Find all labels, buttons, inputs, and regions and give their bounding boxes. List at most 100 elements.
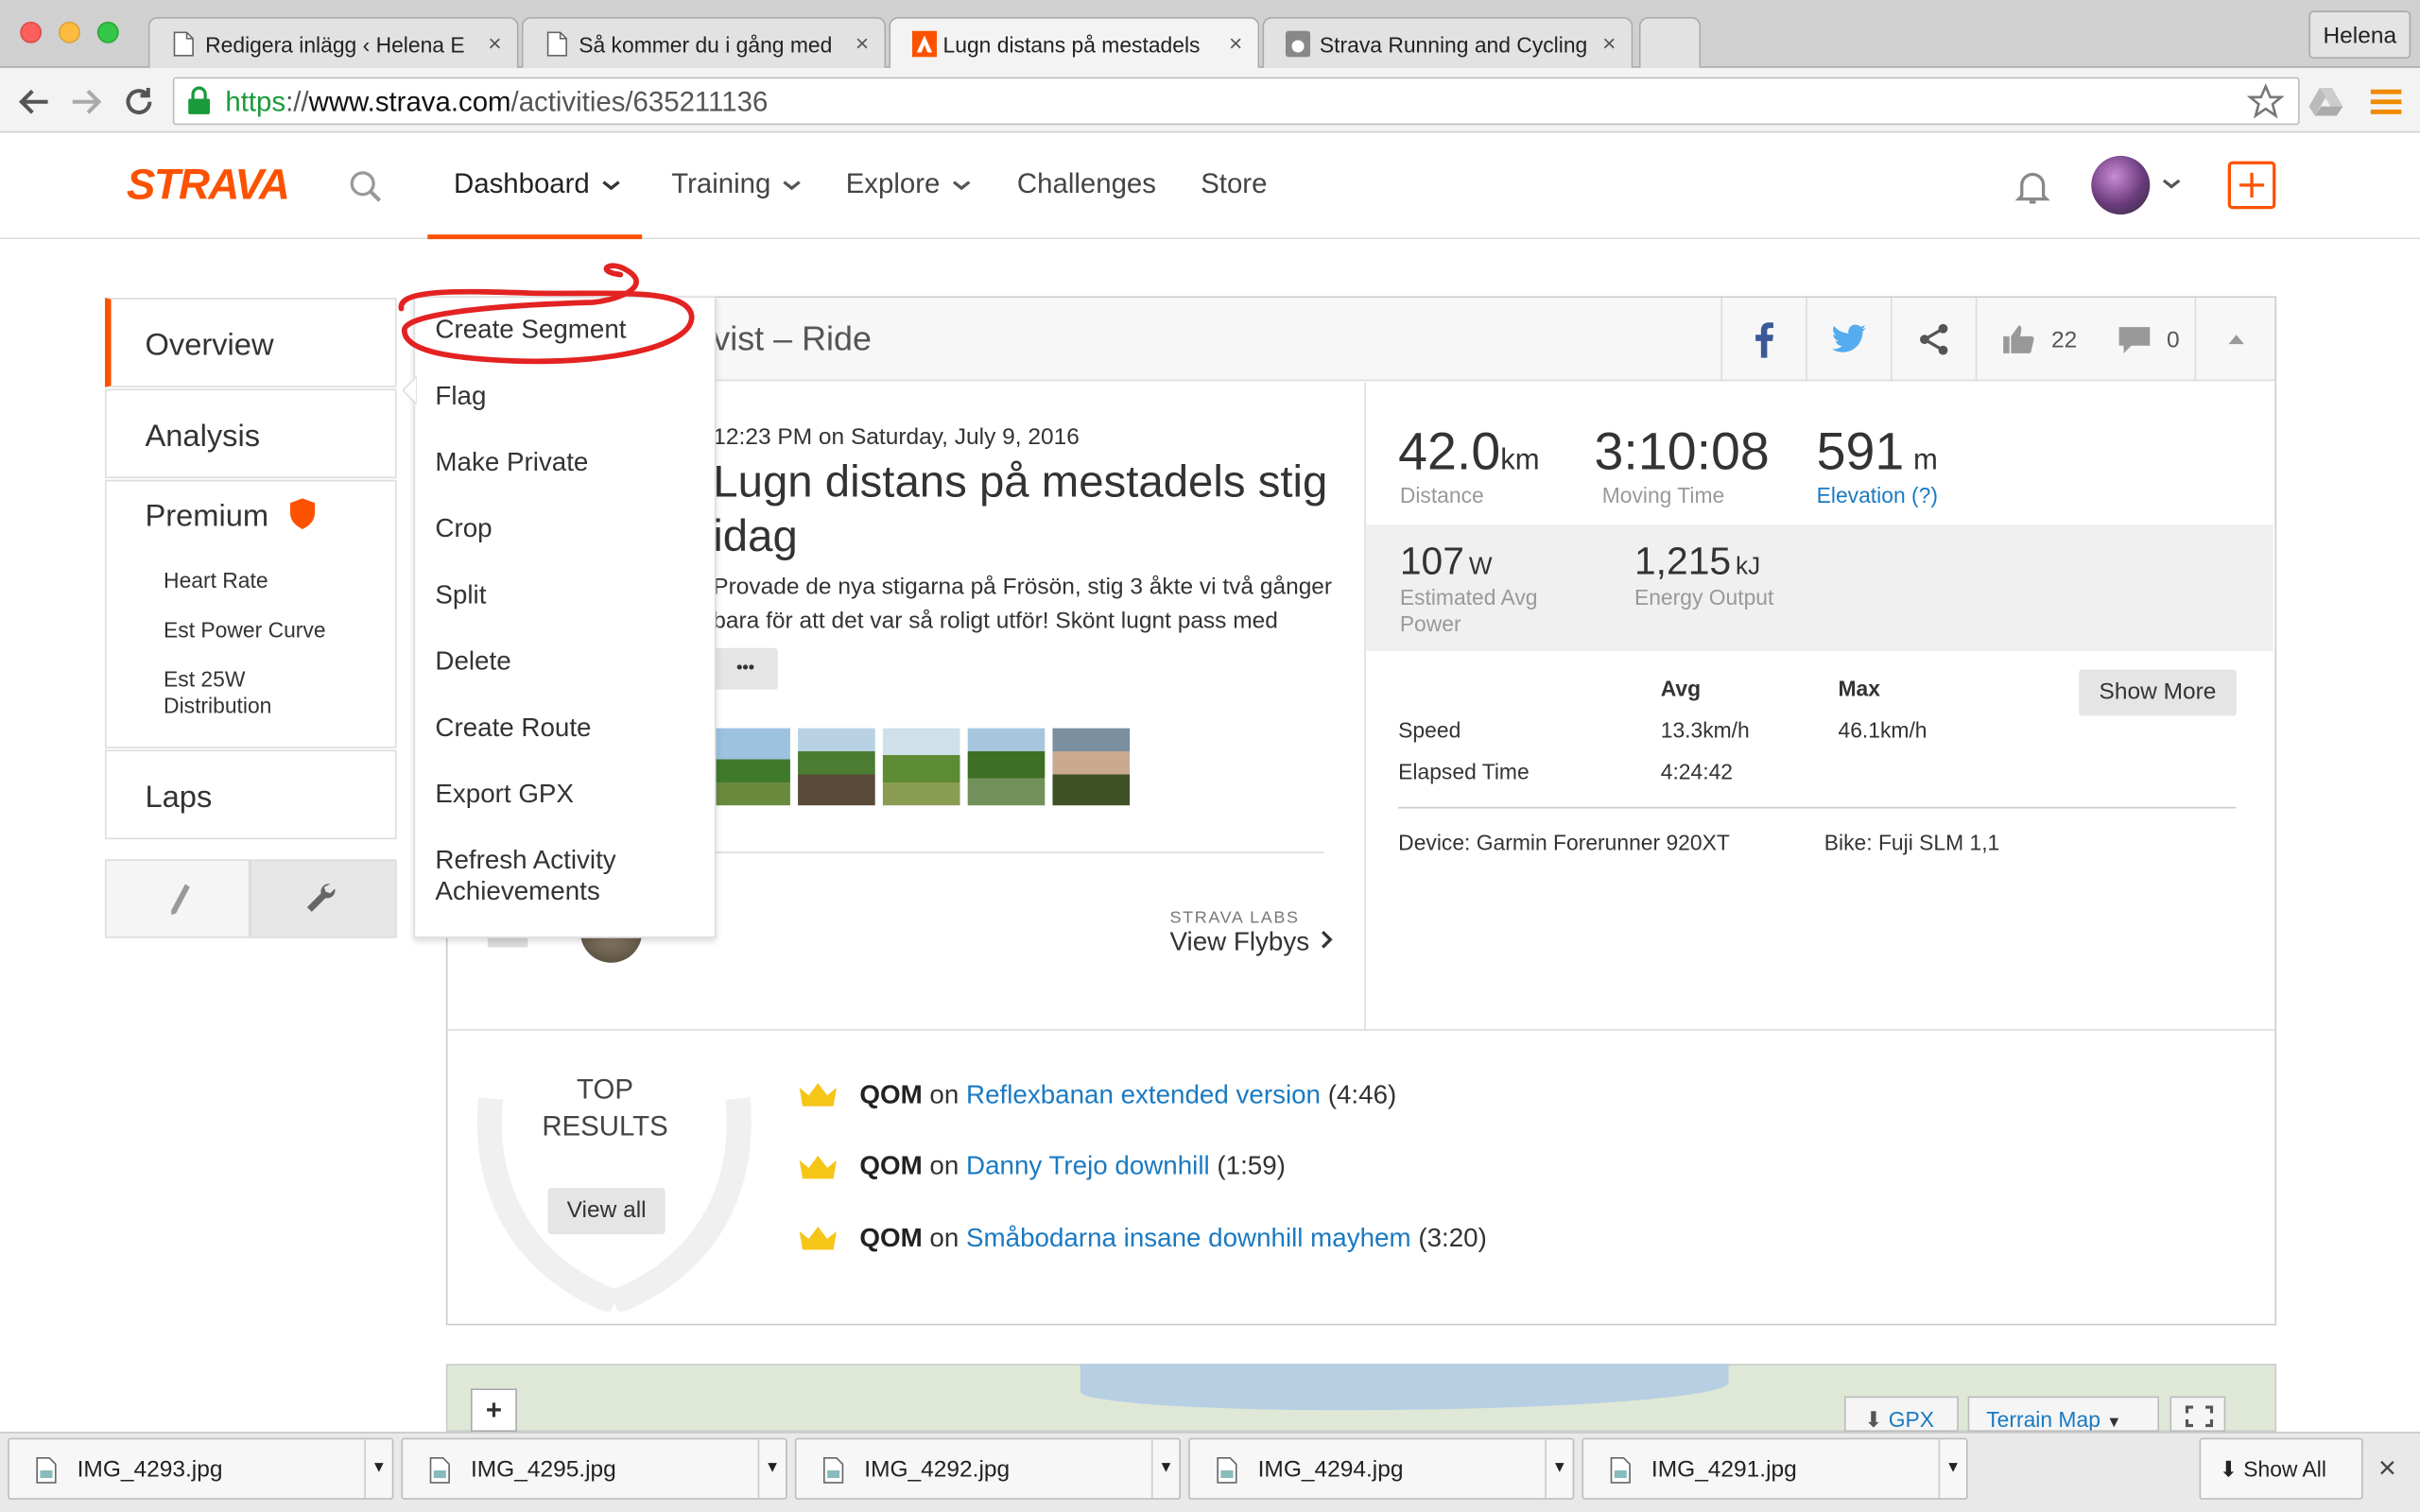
- sidebar-item-laps[interactable]: Laps: [105, 749, 397, 840]
- close-tab-icon[interactable]: ×: [1229, 31, 1242, 58]
- menu-item-flag[interactable]: Flag: [435, 381, 486, 412]
- nav-training[interactable]: Training: [671, 168, 804, 200]
- download-item[interactable]: IMG_4295.jpg ▼: [401, 1437, 787, 1500]
- segment-link[interactable]: Småbodarna insane downhill mayhem: [966, 1224, 1411, 1253]
- photo-thumbnail[interactable]: [882, 728, 960, 806]
- strava-labs-label: STRAVA LABS: [1169, 908, 1300, 928]
- chevron-down-icon[interactable]: [2159, 176, 2184, 191]
- map-zoom-in-button[interactable]: +: [470, 1388, 517, 1433]
- share-twitter-button[interactable]: [1806, 298, 1891, 382]
- upload-add-icon[interactable]: [2227, 161, 2276, 210]
- menu-item-refresh-achievements[interactable]: Refresh Activity Achievements: [435, 846, 666, 907]
- menu-item-crop[interactable]: Crop: [435, 514, 492, 545]
- map-fullscreen-button[interactable]: [2169, 1396, 2226, 1433]
- stat-power-label: Estimated Avg Power: [1399, 584, 1538, 636]
- download-filename: IMG_4291.jpg: [1651, 1456, 1797, 1483]
- premium-shield-icon: [289, 498, 316, 529]
- wrench-icon: [306, 884, 336, 912]
- strava-logo[interactable]: STRAVA: [127, 161, 290, 210]
- browser-tab-1[interactable]: Redigera inlägg ‹ Helena E ×: [147, 16, 519, 68]
- show-more-button[interactable]: Show More: [2079, 669, 2237, 716]
- map-type-select[interactable]: Terrain Map ▼: [1967, 1396, 2160, 1433]
- secure-lock-icon[interactable]: [187, 86, 212, 115]
- caret-down-icon[interactable]: ▼: [1150, 1439, 1179, 1499]
- photo-thumbnail[interactable]: [967, 728, 1046, 806]
- menu-item-delete[interactable]: Delete: [435, 646, 510, 678]
- caret-down-icon[interactable]: ▼: [757, 1439, 786, 1499]
- nav-dashboard[interactable]: Dashboard: [454, 168, 624, 200]
- caret-down-icon[interactable]: ▼: [1938, 1439, 1966, 1499]
- sidebar-item-premium[interactable]: Premium: [145, 500, 268, 536]
- close-tab-icon[interactable]: ×: [1602, 31, 1616, 58]
- caret-down-icon[interactable]: ▼: [364, 1439, 391, 1499]
- tab-title: Så kommer du i gång med: [579, 32, 833, 58]
- reload-icon[interactable]: [122, 85, 156, 119]
- user-avatar[interactable]: [2091, 155, 2151, 215]
- download-item[interactable]: IMG_4292.jpg ▼: [794, 1437, 1181, 1500]
- edit-activity-button[interactable]: [105, 859, 251, 938]
- download-item[interactable]: IMG_4293.jpg ▼: [8, 1437, 394, 1500]
- search-icon[interactable]: [349, 170, 383, 204]
- photo-thumbnail[interactable]: [798, 728, 875, 806]
- download-item[interactable]: IMG_4291.jpg ▼: [1582, 1437, 1968, 1500]
- segment-link[interactable]: Danny Trejo downhill: [966, 1151, 1210, 1180]
- expand-description-button[interactable]: •••: [713, 647, 778, 690]
- close-tab-icon[interactable]: ×: [488, 31, 501, 58]
- close-tab-icon[interactable]: ×: [856, 31, 869, 58]
- sidebar-item-est-25w-distribution[interactable]: Est 25W Distribution: [164, 666, 318, 719]
- share-button[interactable]: [1890, 298, 1976, 382]
- view-flybys-link[interactable]: View Flybys: [1170, 927, 1338, 958]
- browser-tab-4[interactable]: Strava Running and Cycling ×: [1262, 16, 1634, 68]
- actions-wrench-button[interactable]: [250, 859, 397, 938]
- download-filename: IMG_4294.jpg: [1257, 1456, 1404, 1483]
- comments-button[interactable]: 0: [2102, 298, 2195, 381]
- sidebar-item-analysis[interactable]: Analysis: [105, 388, 397, 479]
- kudos-button[interactable]: 22: [1975, 298, 2102, 382]
- achievement-item: QOM on Småbodarna insane downhill mayhem…: [859, 1223, 1487, 1253]
- menu-item-split[interactable]: Split: [435, 580, 486, 611]
- google-drive-icon[interactable]: [2308, 86, 2344, 117]
- bookmark-star-icon[interactable]: [2247, 83, 2285, 120]
- nav-challenges[interactable]: Challenges: [1017, 168, 1156, 200]
- notifications-bell-icon[interactable]: [2013, 166, 2052, 206]
- download-item[interactable]: IMG_4294.jpg ▼: [1188, 1437, 1575, 1500]
- profile-button[interactable]: Helena: [2308, 10, 2411, 60]
- sidebar-item-est-power-curve[interactable]: Est Power Curve: [164, 617, 326, 642]
- stat-distance-value: 42.0km: [1398, 422, 1540, 482]
- close-window-icon[interactable]: [20, 21, 43, 43]
- segment-link[interactable]: Reflexbanan extended version: [966, 1080, 1321, 1109]
- kudos-count: 22: [2051, 326, 2078, 353]
- url-text[interactable]: https://www.strava.com/activities/635211…: [225, 86, 768, 118]
- minimize-window-icon[interactable]: [59, 21, 80, 43]
- column-divider: [1364, 382, 1366, 1031]
- show-all-downloads-button[interactable]: ⬇ Show All: [2199, 1437, 2363, 1500]
- close-downloads-icon[interactable]: ×: [2378, 1452, 2396, 1487]
- maximize-window-icon[interactable]: [96, 21, 119, 43]
- caret-down-icon[interactable]: ▼: [1545, 1439, 1572, 1499]
- photo-thumbnail[interactable]: [1052, 728, 1131, 806]
- sidebar-item-heart-rate[interactable]: Heart Rate: [164, 568, 268, 593]
- collapse-button[interactable]: [2194, 298, 2275, 382]
- menu-item-create-route[interactable]: Create Route: [435, 713, 591, 744]
- map-gpx-button[interactable]: ⬇ GPX: [1844, 1396, 1959, 1433]
- top-results-title: TOP RESULTS: [542, 1074, 668, 1143]
- nav-store[interactable]: Store: [1201, 168, 1267, 200]
- browser-menu-icon[interactable]: [2370, 86, 2402, 117]
- stat-energy-label: Energy Output: [1634, 584, 1774, 610]
- achievement-item: QOM on Danny Trejo downhill (1:59): [859, 1150, 1286, 1180]
- back-icon[interactable]: [15, 85, 52, 119]
- nav-explore[interactable]: Explore: [846, 168, 975, 200]
- view-all-results-button[interactable]: View all: [547, 1188, 666, 1235]
- menu-item-make-private[interactable]: Make Private: [435, 447, 588, 478]
- sidebar-item-overview[interactable]: Overview: [105, 298, 397, 387]
- browser-tab-3-active[interactable]: Lugn distans på mestadels ×: [889, 16, 1260, 70]
- forward-icon[interactable]: [68, 85, 105, 119]
- photo-thumbnail[interactable]: [713, 728, 790, 806]
- new-tab-button[interactable]: [1638, 16, 1702, 68]
- crown-icon: [799, 1226, 837, 1250]
- stat-elevation-label-link[interactable]: Elevation (?): [1817, 483, 1938, 509]
- browser-tab-2[interactable]: Så kommer du i gång med ×: [521, 16, 887, 68]
- download-icon: ⬇: [2219, 1456, 2238, 1482]
- share-facebook-button[interactable]: [1720, 298, 1806, 382]
- menu-item-export-gpx[interactable]: Export GPX: [435, 779, 574, 810]
